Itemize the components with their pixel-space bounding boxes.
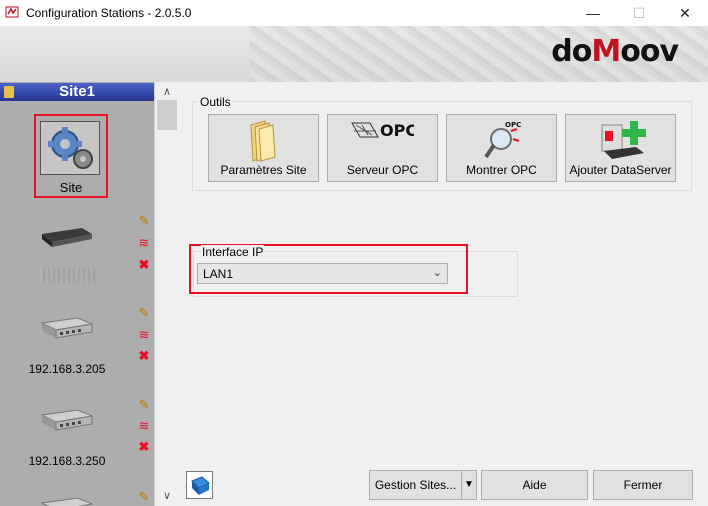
opc-server-label: Serveur OPC <box>346 163 419 177</box>
delete-icon[interactable]: ✖ <box>137 440 151 454</box>
close-dialog-button[interactable]: Fermer <box>593 470 693 500</box>
help-button[interactable]: Aide <box>481 470 588 500</box>
site-item[interactable]: Site <box>34 114 108 198</box>
site-header-label: Site1 <box>59 83 95 100</box>
device-ip-label: 192.168.3.205 <box>28 362 106 376</box>
site-header[interactable]: Site1 <box>0 83 154 101</box>
manage-sites-dropdown-button[interactable]: ▼ <box>461 470 477 500</box>
edit-icon[interactable]: ✎ <box>137 214 151 228</box>
opc-mini-text: OPC <box>505 121 521 129</box>
add-dataserver-label: Ajouter DataServer <box>569 163 672 177</box>
interface-ip-select[interactable]: LAN1 ⌄ <box>197 263 448 284</box>
delete-icon[interactable]: ✖ <box>137 258 151 272</box>
app-icon <box>5 6 19 18</box>
add-server-icon <box>601 121 646 159</box>
show-opc-button[interactable]: OPC Montrer OPC <box>446 114 557 182</box>
domoov-logo: doMoov <box>551 34 679 69</box>
server-box-icon[interactable] <box>38 316 94 340</box>
site-parameters-button[interactable]: Paramètres Site <box>208 114 319 182</box>
opc-logo-text: OPC <box>380 121 414 140</box>
server-box-icon[interactable] <box>38 496 94 506</box>
device-ip-label: 192.168.3.250 <box>28 454 106 468</box>
server-box-icon[interactable] <box>38 408 94 432</box>
scroll-up-button[interactable]: ∧ <box>154 84 180 100</box>
help-book-icon[interactable] <box>186 471 213 499</box>
interface-ip-value: LAN1 <box>203 267 234 281</box>
stations-scrollbar[interactable] <box>154 82 181 506</box>
banner: doMoov <box>0 26 708 82</box>
site-icon-frame <box>40 121 100 175</box>
wifi-icon[interactable]: ≋ <box>137 419 151 433</box>
edit-icon[interactable]: ✎ <box>137 490 151 504</box>
site-item-label: Site <box>59 180 83 195</box>
server-box-icon[interactable] <box>38 226 94 248</box>
title-bar: Configuration Stations - 2.0.5.0 — ☐ ✕ <box>0 0 708 26</box>
opc-logo-icon: OPC <box>351 121 414 140</box>
magnifier-icon: OPC <box>484 121 521 159</box>
edit-icon[interactable]: ✎ <box>137 398 151 412</box>
edit-icon[interactable]: ✎ <box>137 306 151 320</box>
delete-icon[interactable]: ✖ <box>137 349 151 363</box>
tools-group-label: Outils <box>199 95 232 109</box>
folder-icon <box>250 120 276 162</box>
wifi-icon[interactable]: ≋ <box>137 236 151 250</box>
opc-server-button[interactable]: OPC Serveur OPC <box>327 114 438 182</box>
chevron-down-icon: ⌄ <box>432 267 442 279</box>
manage-sites-button[interactable]: Gestion Sites... <box>369 470 462 500</box>
window-title: Configuration Stations - 2.0.5.0 <box>26 6 192 20</box>
gears-icon <box>48 127 93 169</box>
show-opc-label: Montrer OPC <box>466 163 537 177</box>
wifi-icon[interactable]: ≋ <box>137 328 151 342</box>
interface-ip-label: Interface IP <box>201 245 265 259</box>
close-button[interactable]: ✕ <box>662 0 708 26</box>
minimize-button[interactable]: — <box>570 0 616 26</box>
scroll-thumb[interactable] <box>157 100 177 130</box>
scroll-down-button[interactable]: ∨ <box>154 488 180 504</box>
add-dataserver-button[interactable]: Ajouter DataServer <box>565 114 676 182</box>
blurred-device-label <box>40 268 96 282</box>
folder-icon <box>4 86 14 98</box>
maximize-button[interactable]: ☐ <box>616 0 662 26</box>
site-parameters-label: Paramètres Site <box>220 163 307 177</box>
